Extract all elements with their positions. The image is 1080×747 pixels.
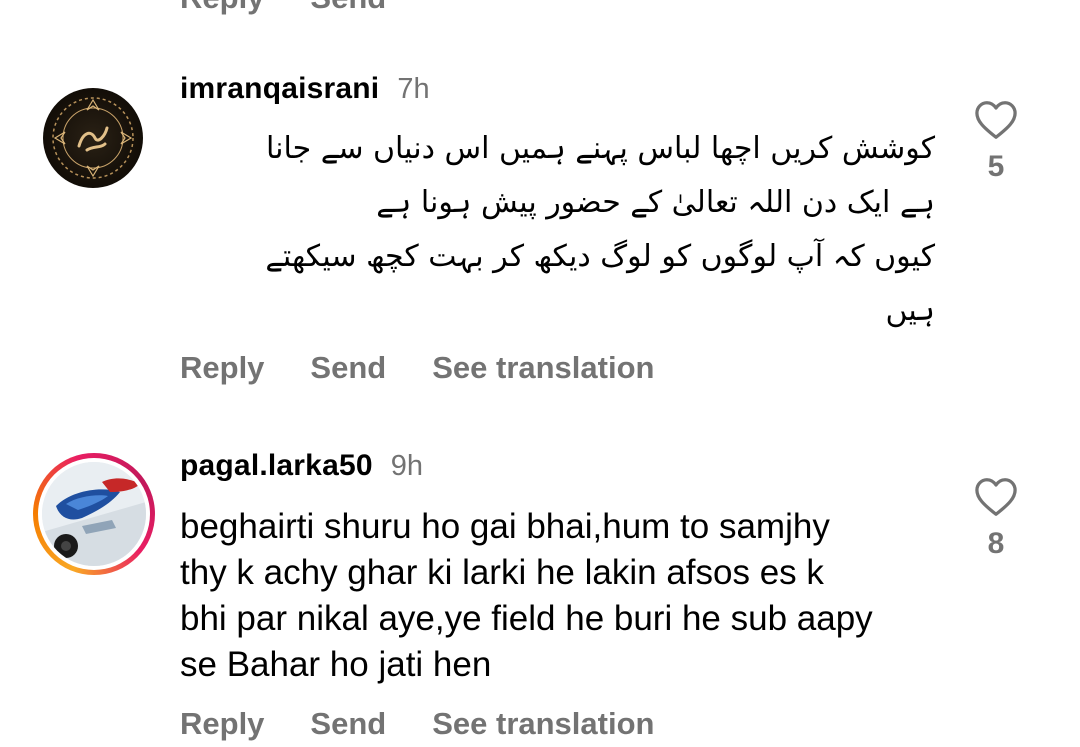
car-photo-icon bbox=[42, 462, 146, 566]
comment-line: ہیں bbox=[885, 293, 935, 328]
see-translation-button[interactable]: See translation bbox=[432, 706, 654, 742]
comment-header: pagal.larka50 9h bbox=[180, 449, 423, 483]
comment-actions: Reply Send See translation bbox=[180, 706, 654, 742]
comment-line: se Bahar ho jati hen bbox=[180, 645, 492, 684]
comment-text: کوشش کریں اچھا لباس پہنے ہمیں اس دنیاں س… bbox=[180, 122, 935, 338]
comment-line: کوشش کریں اچھا لباس پہنے ہمیں اس دنیاں س… bbox=[266, 131, 935, 166]
comment-line: beghairti shuru ho gai bhai,hum to samjh… bbox=[180, 507, 830, 546]
comment-line: ہے ایک دن اللہ تعالیٰ کے حضور پیش ہونا ہ… bbox=[376, 185, 935, 220]
see-translation-button[interactable]: See translation bbox=[432, 350, 654, 386]
story-ring[interactable] bbox=[33, 453, 155, 575]
reply-button[interactable]: Reply bbox=[180, 706, 264, 742]
timestamp: 7h bbox=[397, 73, 430, 105]
calligraphy-emblem-icon bbox=[52, 97, 134, 179]
comment-header: imranqaisrani 7h bbox=[180, 72, 430, 106]
username[interactable]: pagal.larka50 bbox=[180, 449, 373, 483]
avatar[interactable] bbox=[42, 462, 146, 566]
comment-line: thy k achy ghar ki larki he lakin afsos … bbox=[180, 553, 824, 592]
reply-button[interactable]: Reply bbox=[180, 0, 264, 16]
username[interactable]: imranqaisrani bbox=[180, 72, 379, 106]
like-area: 8 bbox=[966, 477, 1026, 561]
like-area: 5 bbox=[966, 100, 1026, 184]
avatar[interactable] bbox=[43, 88, 143, 188]
send-button[interactable]: Send bbox=[310, 706, 386, 742]
send-button[interactable]: Send bbox=[310, 350, 386, 386]
heart-icon[interactable] bbox=[974, 477, 1018, 517]
like-count: 8 bbox=[987, 527, 1005, 560]
send-button[interactable]: Send bbox=[310, 0, 386, 16]
like-count: 5 bbox=[987, 150, 1005, 183]
timestamp: 9h bbox=[390, 450, 423, 482]
comment-line: bhi par nikal aye,ye field he buri he su… bbox=[180, 599, 873, 638]
comment-line: کیوں کہ آپ لوگوں کو لوگ دیکھ کر بہت کچھ … bbox=[265, 239, 935, 274]
previous-comment-actions: Reply Send bbox=[180, 0, 386, 16]
reply-button[interactable]: Reply bbox=[180, 350, 264, 386]
heart-icon[interactable] bbox=[974, 100, 1018, 140]
comment-text: beghairti shuru ho gai bhai,hum to samjh… bbox=[180, 504, 940, 688]
comment-actions: Reply Send See translation bbox=[180, 350, 654, 386]
